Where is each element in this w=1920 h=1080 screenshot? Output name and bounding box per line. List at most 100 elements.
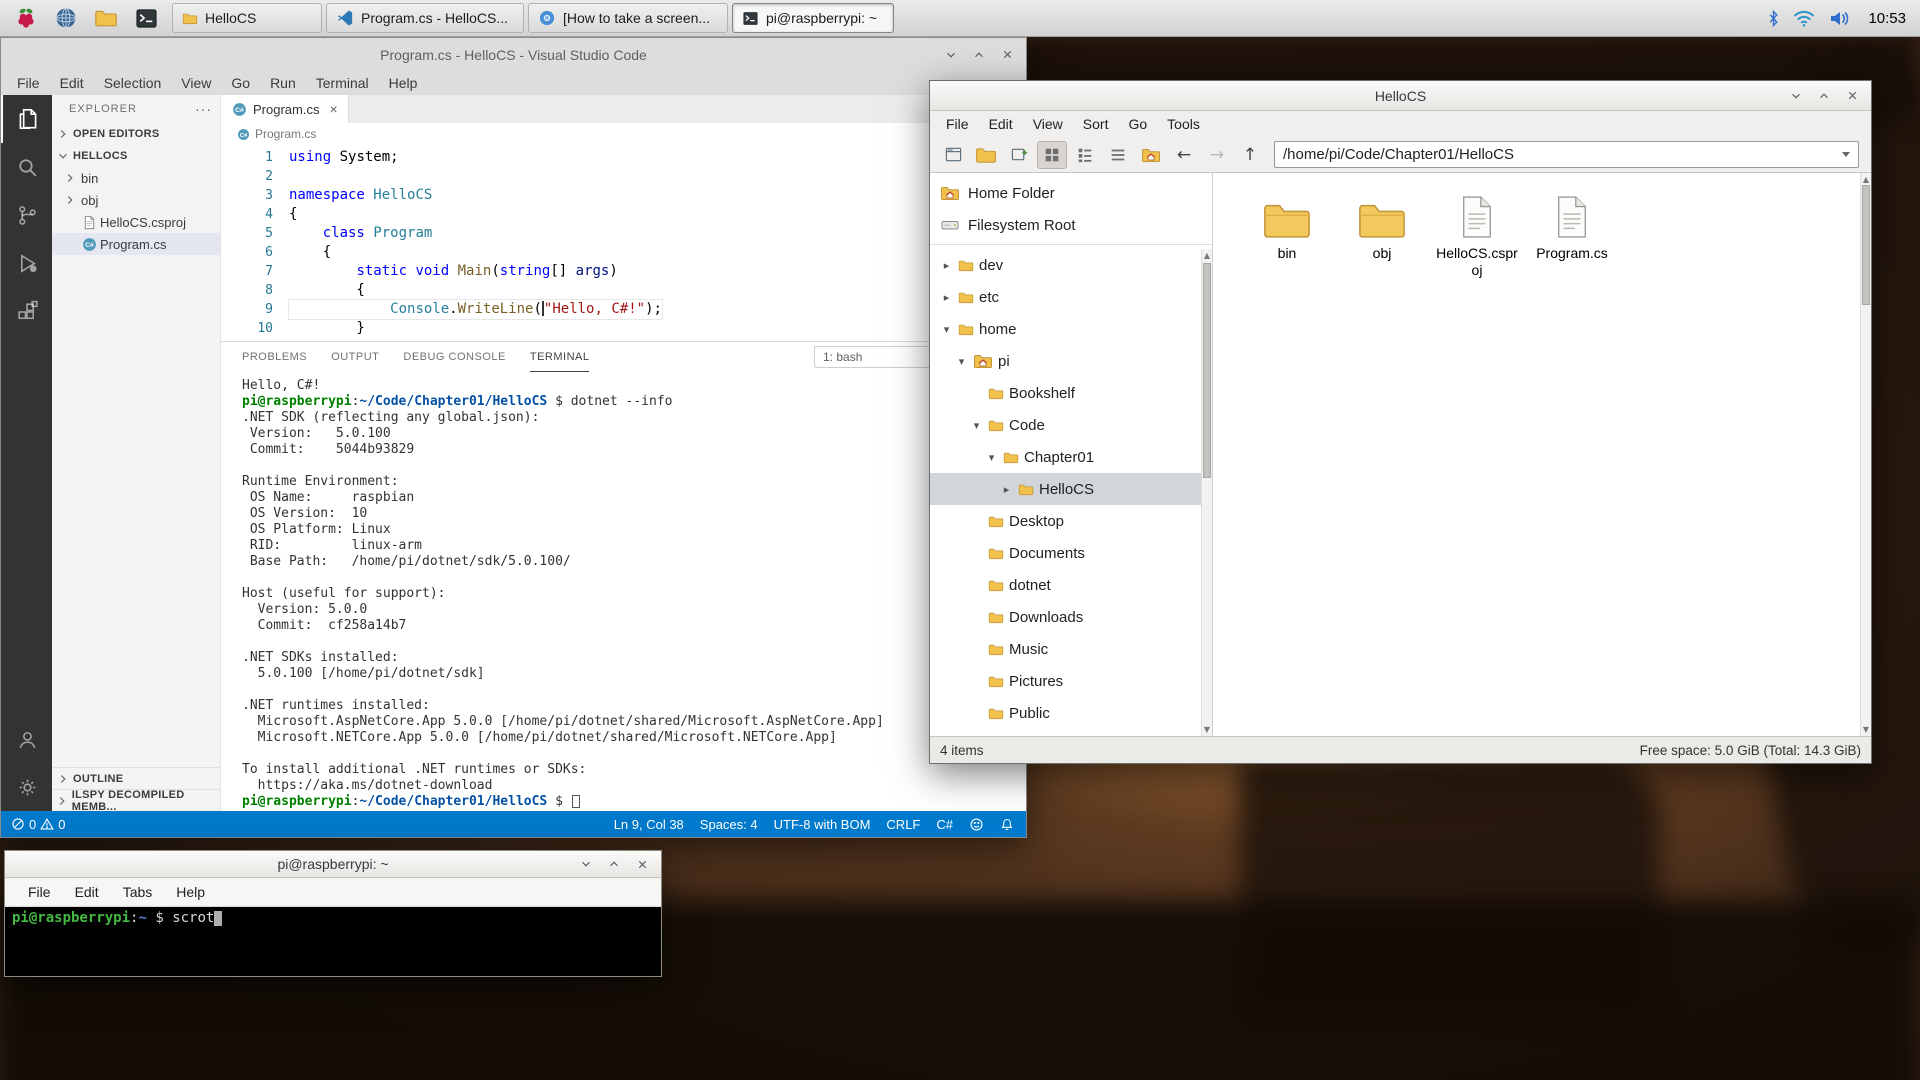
breadcrumb[interactable]: C# Program.cs	[221, 123, 1026, 145]
activity-files-button[interactable]	[1, 95, 52, 143]
code-line-8[interactable]: 8 {	[221, 281, 1026, 300]
window-shade-button[interactable]	[577, 855, 595, 873]
file-item-obj[interactable]: obj	[1338, 189, 1426, 279]
fm-file-view[interactable]: binobjHelloCS.csprojProgram.cs ▲ ▼	[1213, 173, 1871, 736]
tree-item-home[interactable]: ▾home	[930, 313, 1212, 345]
up-button[interactable]: ↑	[1235, 141, 1265, 169]
panel-tab-debug-console[interactable]: DEBUG CONSOLE	[403, 342, 505, 372]
status-cursor-position[interactable]: Ln 9, Col 38	[614, 817, 684, 832]
code-line-3[interactable]: 3namespace HelloCS	[221, 186, 1026, 205]
status-language-mode[interactable]: C#	[936, 817, 953, 832]
scroll-down-icon[interactable]: ▼	[1202, 725, 1212, 734]
path-input[interactable]: /home/pi/Code/Chapter01/HelloCS	[1274, 141, 1859, 168]
scrollbar-thumb[interactable]	[1862, 185, 1870, 305]
explorer-item-obj[interactable]: obj	[52, 189, 220, 211]
tree-item-etc[interactable]: ▸etc	[930, 281, 1212, 313]
tree-item-code[interactable]: ▾Code	[930, 409, 1212, 441]
tab-close-icon[interactable]: ×	[329, 101, 337, 117]
menu-selection[interactable]: Selection	[94, 71, 172, 95]
taskbar-task-1[interactable]: HelloCS	[172, 3, 322, 33]
explorer-item-program.cs[interactable]: C#Program.cs	[52, 233, 220, 255]
vscode-titlebar[interactable]: Program.cs - HelloCS - Visual Studio Cod…	[1, 38, 1026, 71]
tab-program-cs[interactable]: C# Program.cs ×	[221, 95, 349, 123]
tree-item-dotnet[interactable]: dotnet	[930, 569, 1212, 601]
activity-search-button[interactable]	[1, 143, 52, 191]
terminal-menu-help[interactable]: Help	[165, 884, 216, 900]
code-line-9[interactable]: 9 Console.WriteLine("Hello, C#!");	[221, 300, 1026, 319]
path-dropdown-icon[interactable]	[1842, 152, 1850, 157]
file-item-program.cs[interactable]: Program.cs	[1528, 189, 1616, 279]
tree-item-dev[interactable]: ▸dev	[930, 249, 1212, 281]
compact-view-toggle[interactable]	[1103, 141, 1133, 169]
menu-run[interactable]: Run	[260, 71, 306, 95]
applications-menu-icon[interactable]	[8, 3, 44, 34]
section-open-editors[interactable]: OPEN EDITORS	[52, 123, 220, 145]
side-pane-scrollbar[interactable]: ▲ ▼	[1201, 249, 1212, 736]
section-ilspy[interactable]: ILSPY DECOMPILED MEMB...	[52, 789, 220, 811]
window-shade-button[interactable]	[942, 46, 960, 64]
activity-gear-button[interactable]	[1, 763, 52, 811]
window-maximize-button[interactable]	[970, 46, 988, 64]
file-item-bin[interactable]: bin	[1243, 189, 1331, 279]
tree-item-music[interactable]: Music	[930, 633, 1212, 665]
tree-item-pictures[interactable]: Pictures	[930, 665, 1212, 697]
menu-edit[interactable]: Edit	[50, 71, 94, 95]
side-pane-toggle-icon[interactable]	[938, 141, 968, 169]
window-maximize-button[interactable]	[605, 855, 623, 873]
panel-tab-problems[interactable]: PROBLEMS	[242, 342, 307, 372]
taskbar-task-4[interactable]: pi@raspberrypi: ~	[732, 3, 894, 33]
menu-go[interactable]: Go	[221, 71, 260, 95]
window-shade-button[interactable]	[1787, 87, 1805, 105]
fm-menu-view[interactable]: View	[1023, 116, 1073, 132]
wifi-icon[interactable]	[1792, 9, 1816, 28]
expander-down-icon[interactable]: ▾	[955, 355, 968, 368]
volume-icon[interactable]	[1828, 9, 1852, 28]
web-browser-launcher-icon[interactable]	[48, 3, 84, 34]
file-view-scrollbar[interactable]: ▲ ▼	[1860, 173, 1871, 736]
section-outline[interactable]: OUTLINE	[52, 767, 220, 789]
expander-down-icon[interactable]: ▾	[985, 451, 998, 464]
breadcrumb-item[interactable]: Program.cs	[255, 127, 316, 141]
home-button[interactable]	[1136, 141, 1166, 169]
code-line-5[interactable]: 5 class Program	[221, 224, 1026, 243]
menu-terminal[interactable]: Terminal	[306, 71, 379, 95]
back-button[interactable]: ←	[1169, 141, 1199, 169]
clock[interactable]: 10:53	[1868, 10, 1906, 27]
section-project[interactable]: HELLOCS	[52, 145, 220, 167]
code-line-10[interactable]: 10 }	[221, 319, 1026, 338]
fm-titlebar[interactable]: HelloCS	[930, 81, 1871, 111]
menu-view[interactable]: View	[171, 71, 221, 95]
forward-button[interactable]: →	[1202, 141, 1232, 169]
tree-item-chapter01[interactable]: ▾Chapter01	[930, 441, 1212, 473]
place-filesystem-root[interactable]: Filesystem Root	[930, 209, 1212, 241]
scroll-up-icon[interactable]: ▲	[1861, 175, 1871, 184]
menu-help[interactable]: Help	[379, 71, 428, 95]
code-line-2[interactable]: 2	[221, 167, 1026, 186]
activity-extensions-button[interactable]	[1, 287, 52, 335]
explorer-item-bin[interactable]: bin	[52, 167, 220, 189]
activity-account-button[interactable]	[1, 715, 52, 763]
file-item-hellocs.csproj[interactable]: HelloCS.csproj	[1433, 189, 1521, 279]
icon-view-toggle[interactable]	[1037, 141, 1067, 169]
tree-item-public[interactable]: Public	[930, 697, 1212, 729]
fm-menu-file[interactable]: File	[936, 116, 979, 132]
window-close-button[interactable]	[1843, 87, 1861, 105]
expander-down-icon[interactable]: ▾	[940, 323, 953, 336]
problems-status[interactable]: 0 0	[11, 817, 65, 832]
terminal-titlebar[interactable]: pi@raspberrypi: ~	[5, 851, 661, 878]
activity-git-button[interactable]	[1, 191, 52, 239]
status-eol[interactable]: CRLF	[886, 817, 920, 832]
terminal-launcher-icon[interactable]	[128, 3, 164, 34]
terminal-menu-tabs[interactable]: Tabs	[112, 884, 164, 900]
tree-item-downloads[interactable]: Downloads	[930, 601, 1212, 633]
taskbar-task-2[interactable]: Program.cs - HelloCS...	[326, 3, 524, 33]
new-tab-icon[interactable]	[971, 141, 1001, 169]
explorer-item-hellocs.csproj[interactable]: HelloCS.csproj	[52, 211, 220, 233]
expander-right-icon[interactable]: ▸	[940, 291, 953, 304]
panel-tab-terminal[interactable]: TERMINAL	[530, 342, 590, 372]
window-close-button[interactable]	[633, 855, 651, 873]
scroll-up-icon[interactable]: ▲	[1202, 251, 1212, 260]
terminal-screen[interactable]: pi@raspberrypi:~ $ scrot	[5, 907, 661, 976]
window-maximize-button[interactable]	[1815, 87, 1833, 105]
tree-item-bookshelf[interactable]: Bookshelf	[930, 377, 1212, 409]
